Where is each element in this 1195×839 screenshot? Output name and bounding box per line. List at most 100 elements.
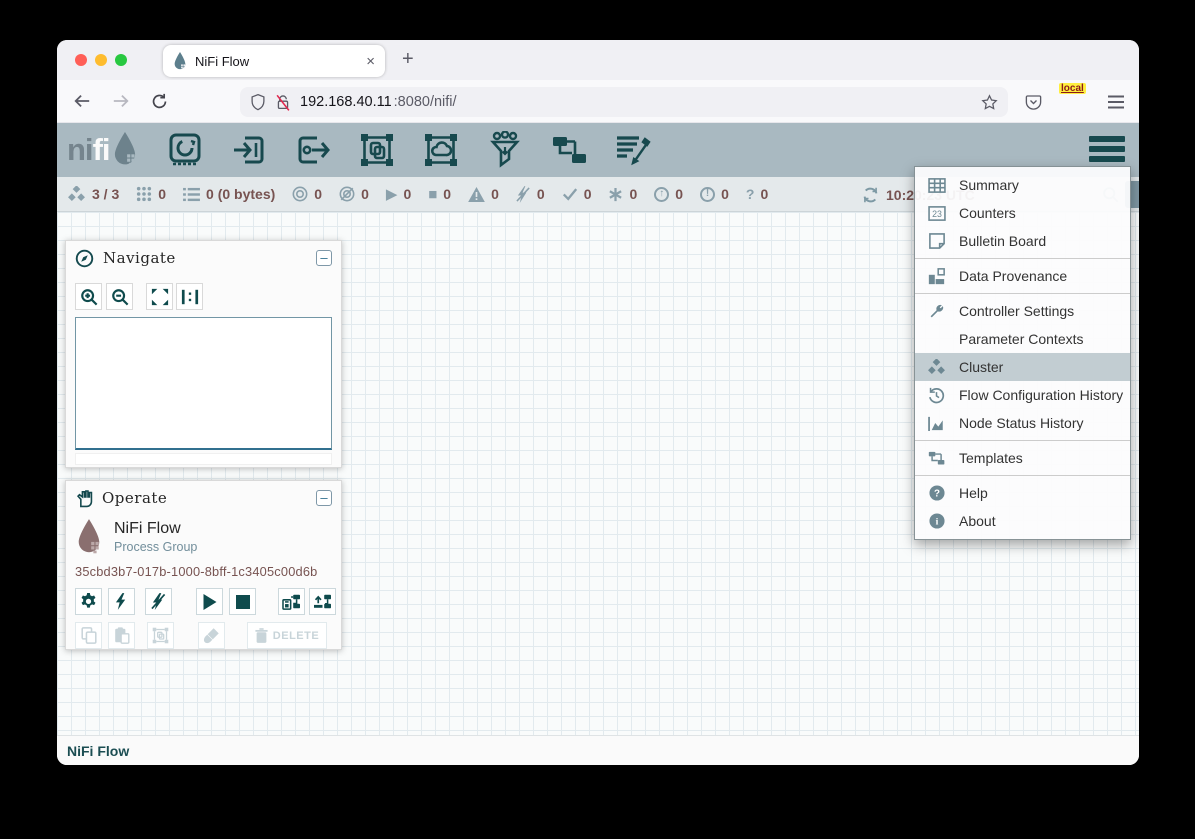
remote-process-group-drag-icon[interactable]	[422, 131, 460, 169]
tab-favicon-nifi-drop-icon	[173, 52, 187, 70]
stat-transmitting: 0	[292, 186, 322, 202]
threads-icon	[136, 186, 152, 202]
logo-drop-icon	[112, 132, 138, 166]
stat-active-threads: 0	[136, 186, 166, 202]
browser-window: NiFi Flow × + 192.168.40.11:8080/nifi/ l…	[57, 40, 1139, 765]
menu-item-parameter-contexts[interactable]: Parameter Contexts	[915, 325, 1130, 353]
stat-sync-failure: ? 0	[746, 186, 768, 202]
account-avatar[interactable]: local	[1063, 90, 1087, 114]
menu-item-flow-configuration-history[interactable]: Flow Configuration History	[915, 381, 1130, 409]
data-provenance-icon	[927, 268, 946, 285]
cluster-icon	[927, 359, 946, 376]
stale-icon: ↑	[654, 187, 669, 202]
stat-running: ▶ 0	[386, 186, 411, 202]
process-group-drag-icon[interactable]	[358, 131, 396, 169]
menu-item-cluster[interactable]: Cluster	[915, 353, 1130, 381]
tab-close-icon[interactable]: ×	[366, 54, 375, 69]
insecure-lock-icon[interactable]	[275, 94, 291, 111]
not-transmitting-icon	[339, 186, 355, 202]
funnel-drag-icon[interactable]	[486, 131, 524, 169]
zoom-fit-button[interactable]	[146, 283, 173, 310]
birdseye-minimap[interactable]	[75, 317, 332, 450]
node-status-history-icon	[927, 416, 946, 431]
breadcrumb: NiFi Flow	[57, 735, 1139, 765]
upload-template-button[interactable]	[309, 588, 336, 615]
address-field[interactable]: 192.168.40.11:8080/nifi/	[240, 87, 1008, 117]
menu-item-about[interactable]: i About	[915, 507, 1130, 535]
help-icon: ?	[927, 485, 946, 501]
stat-connected-nodes: 3 / 3	[67, 186, 119, 203]
stopped-icon: ■	[428, 187, 437, 202]
menu-item-node-status-history[interactable]: Node Status History	[915, 409, 1130, 437]
collapse-navigate-button[interactable]: –	[316, 250, 332, 266]
breadcrumb-root[interactable]: NiFi Flow	[67, 743, 129, 759]
tab-title: NiFi Flow	[195, 54, 358, 69]
browser-menu-icon[interactable]	[1107, 94, 1125, 110]
disabled-icon	[516, 186, 531, 203]
group-button[interactable]	[147, 622, 174, 649]
stat-queued: 0 (0 bytes)	[183, 186, 275, 202]
stop-button[interactable]	[229, 588, 256, 615]
disable-button[interactable]	[145, 588, 172, 615]
collapse-operate-button[interactable]: –	[316, 490, 332, 506]
processor-drag-icon[interactable]	[166, 131, 204, 169]
url-path: :8080/nifi/	[394, 94, 457, 110]
about-icon: i	[927, 513, 946, 529]
operate-panel: Operate – NiFi Flow Process Group 35cbd3…	[65, 480, 342, 650]
stat-invalid: 0	[468, 186, 499, 202]
forward-icon[interactable]	[112, 93, 130, 109]
start-button[interactable]	[196, 588, 223, 615]
close-window-button[interactable]	[75, 54, 87, 66]
stat-disabled: 0	[516, 186, 545, 203]
menu-item-help[interactable]: ? Help	[915, 479, 1130, 507]
birdseye-brush[interactable]	[75, 453, 332, 465]
selection-id: 35cbd3b7-017b-1000-8bff-1c3405c00d6b	[75, 564, 341, 579]
menu-item-templates[interactable]: Templates	[915, 444, 1130, 472]
shield-icon[interactable]	[250, 94, 266, 111]
svg-text:i: i	[935, 517, 938, 528]
reload-icon[interactable]	[151, 93, 168, 110]
selection-name: NiFi Flow	[114, 520, 197, 538]
new-tab-button[interactable]: +	[402, 48, 414, 71]
zoom-out-button[interactable]	[106, 283, 133, 310]
zoom-actual-size-button[interactable]	[176, 283, 203, 310]
sync-failure-icon: ?	[746, 187, 755, 201]
save-template-button[interactable]	[278, 588, 305, 615]
navigate-panel: Navigate –	[65, 240, 342, 468]
delete-button[interactable]: DELETE	[247, 622, 327, 649]
pocket-icon[interactable]	[1024, 93, 1043, 111]
locally-modified-icon	[608, 187, 623, 202]
locally-modified-stale-icon: !	[700, 187, 715, 202]
browser-tab[interactable]: NiFi Flow ×	[163, 45, 385, 77]
menu-item-bulletin-board[interactable]: Bulletin Board	[915, 227, 1130, 255]
menu-item-counters[interactable]: 23 Counters	[915, 199, 1130, 227]
menu-item-summary[interactable]: Summary	[915, 171, 1130, 199]
zoom-window-button[interactable]	[115, 54, 127, 66]
output-port-drag-icon[interactable]	[294, 131, 332, 169]
zoom-in-button[interactable]	[75, 283, 102, 310]
stat-locally-modified: 0	[608, 186, 637, 202]
input-port-drag-icon[interactable]	[230, 131, 268, 169]
url-host: 192.168.40.11	[300, 94, 392, 110]
menu-item-controller-settings[interactable]: Controller Settings	[915, 297, 1130, 325]
back-icon[interactable]	[73, 93, 91, 109]
menu-item-data-provenance[interactable]: Data Provenance	[915, 262, 1130, 290]
menu-separator	[915, 475, 1130, 476]
menu-separator	[915, 293, 1130, 294]
copy-button[interactable]	[75, 622, 102, 649]
refresh-icon[interactable]	[862, 187, 879, 203]
configure-button[interactable]	[75, 588, 102, 615]
paste-button[interactable]	[108, 622, 135, 649]
summary-icon	[927, 178, 946, 193]
template-drag-icon[interactable]	[550, 131, 588, 169]
global-menu-button[interactable]	[1089, 136, 1125, 162]
process-group-drop-icon	[76, 519, 102, 554]
bookmark-star-icon[interactable]	[981, 94, 998, 111]
menu-separator	[915, 258, 1130, 259]
minimize-window-button[interactable]	[95, 54, 107, 66]
svg-text:?: ?	[934, 489, 940, 500]
enable-button[interactable]	[108, 588, 135, 615]
label-drag-icon[interactable]	[614, 131, 652, 169]
color-brush-button[interactable]	[198, 622, 225, 649]
compass-icon	[75, 249, 94, 268]
